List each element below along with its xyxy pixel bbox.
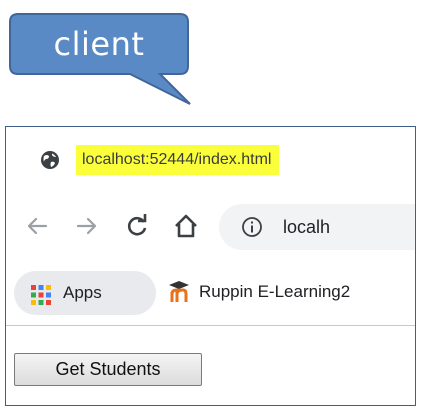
apps-grid-icon	[31, 285, 51, 305]
address-text: localh	[283, 217, 331, 237]
bookmarks-bar: Apps Ruppin E-Learning2	[6, 261, 415, 325]
bookmark-ruppin[interactable]: Ruppin E-Learning2	[199, 282, 350, 302]
client-callout: client	[0, 0, 421, 110]
tab-strip: localhost:52444/index.html	[6, 127, 415, 195]
apps-label: Apps	[63, 283, 102, 302]
reload-icon[interactable]	[122, 211, 152, 241]
get-students-button[interactable]: Get Students	[14, 353, 202, 386]
browser-toolbar: localh	[6, 195, 415, 261]
page-content: Get Students	[6, 326, 415, 405]
ruppin-logo-icon	[169, 281, 189, 302]
globe-icon	[41, 151, 59, 169]
home-icon[interactable]	[171, 211, 201, 241]
info-icon[interactable]	[241, 216, 263, 238]
browser-tab[interactable]: localhost:52444/index.html	[6, 127, 415, 195]
address-bar[interactable]: localh	[219, 204, 415, 250]
tab-title: localhost:52444/index.html	[82, 151, 272, 168]
tab-title-highlight: localhost:52444/index.html	[76, 145, 280, 175]
bookmark-apps[interactable]: Apps	[14, 271, 156, 315]
callout-label: client	[53, 25, 145, 63]
browser-window: localhost:52444/index.html localh Apps R…	[5, 126, 416, 406]
forward-arrow-icon[interactable]	[72, 211, 102, 241]
back-arrow-icon[interactable]	[22, 211, 52, 241]
